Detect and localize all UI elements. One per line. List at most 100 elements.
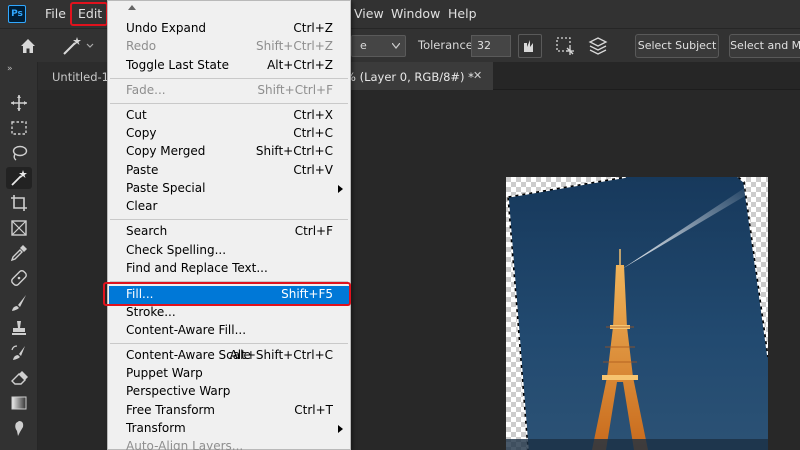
enhance-edge-button[interactable]	[586, 34, 610, 58]
tool-gradient[interactable]	[6, 392, 32, 414]
menu-item-find-replace[interactable]: Find and Replace Text...	[109, 260, 349, 278]
menu-item-paste[interactable]: Paste Ctrl+V	[109, 162, 349, 180]
menu-item-fade: Fade... Shift+Ctrl+F	[109, 82, 349, 100]
magic-wand-icon	[11, 170, 27, 186]
tool-eyedropper[interactable]	[6, 242, 32, 264]
menu-item-auto-align-layers: Auto-Align Layers...	[109, 438, 349, 450]
menu-item-redo: Redo Shift+Ctrl+Z	[109, 38, 349, 56]
menu-item-shortcut: Ctrl+C	[293, 126, 333, 140]
menu-item-stroke[interactable]: Stroke...	[109, 304, 349, 322]
menu-item-label: Fade...	[126, 83, 166, 97]
menu-item-perspective-warp[interactable]: Perspective Warp	[109, 383, 349, 401]
menu-item-search[interactable]: Search Ctrl+F	[109, 223, 349, 241]
tab-active-document[interactable]: % (Layer 0, RGB/8#) * ✕	[343, 62, 493, 90]
tool-history-brush[interactable]	[6, 342, 32, 364]
menu-item-label: Free Transform	[126, 403, 215, 417]
menu-item-check-spelling[interactable]: Check Spelling...	[109, 242, 349, 260]
crop-icon	[11, 195, 27, 211]
sample-size-select[interactable]: e	[351, 35, 406, 57]
menu-file[interactable]: File	[45, 6, 66, 21]
history-brush-icon	[11, 345, 25, 360]
menu-item-label: Paste	[126, 163, 159, 177]
menu-item-shortcut: Ctrl+V	[293, 163, 333, 177]
tool-stamp[interactable]	[6, 317, 32, 339]
menu-item-copy-merged[interactable]: Copy Merged Shift+Ctrl+C	[109, 143, 349, 161]
menu-item-shortcut: Ctrl+T	[294, 403, 333, 417]
tolerance-input[interactable]: 32	[471, 35, 511, 57]
menu-separator	[110, 219, 348, 220]
tool-eraser[interactable]	[6, 367, 32, 389]
sample-all-layers-button[interactable]	[553, 34, 577, 58]
smudge-icon	[15, 421, 24, 436]
frame-icon	[11, 220, 27, 236]
move-icon	[11, 95, 27, 111]
anti-alias-toggle[interactable]	[518, 34, 542, 58]
menu-item-label: Perspective Warp	[126, 384, 231, 398]
menu-item-transform[interactable]: Transform	[109, 420, 349, 438]
tool-frame[interactable]	[6, 217, 32, 239]
tool-preset-picker[interactable]	[60, 35, 98, 57]
submenu-arrow-icon	[338, 185, 343, 193]
menu-item-copy[interactable]: Copy Ctrl+C	[109, 125, 349, 143]
menu-window[interactable]: Window	[391, 6, 440, 21]
menu-item-label: Copy Merged	[126, 144, 206, 158]
menu-item-cut[interactable]: Cut Ctrl+X	[109, 107, 349, 125]
select-subject-button[interactable]: Select Subject	[635, 34, 719, 58]
tool-magic-wand[interactable]	[6, 167, 32, 189]
menu-item-label: Content-Aware Fill...	[126, 323, 247, 337]
eiffel-tower-image	[506, 177, 768, 450]
lasso-icon	[12, 145, 28, 161]
edit-menu-dropdown: Undo Expand Ctrl+Z Redo Shift+Ctrl+Z Tog…	[107, 0, 351, 450]
magic-wand-icon	[63, 37, 94, 55]
tool-healing[interactable]	[6, 267, 32, 289]
menu-item-shortcut: Ctrl+Z	[293, 21, 333, 35]
tool-marquee[interactable]	[6, 117, 32, 139]
menu-item-undo-expand[interactable]: Undo Expand Ctrl+Z	[109, 20, 349, 38]
tool-brush[interactable]	[6, 292, 32, 314]
close-icon[interactable]: ✕	[473, 69, 482, 82]
menu-item-content-aware-scale[interactable]: Content-Aware Scale Alt+Shift+Ctrl+C	[109, 347, 349, 365]
select-and-mask-button[interactable]: Select and Ma	[729, 34, 800, 58]
edit-menu-highlight-box	[70, 2, 108, 26]
menu-item-label: Auto-Align Layers...	[126, 439, 244, 450]
sample-size-value: e	[360, 39, 367, 52]
menu-item-label: Stroke...	[126, 305, 176, 319]
scroll-up-arrow-icon[interactable]	[128, 5, 136, 10]
menu-item-label: Search	[126, 224, 168, 238]
select-layers-icon	[556, 37, 574, 55]
submenu-arrow-icon	[338, 425, 343, 433]
brush-icon	[12, 295, 26, 311]
menu-item-toggle-last-state[interactable]: Toggle Last State Alt+Ctrl+Z	[109, 57, 349, 75]
menu-item-content-aware-fill[interactable]: Content-Aware Fill...	[109, 322, 349, 340]
collapse-panel-icon[interactable]: »	[7, 64, 13, 74]
tool-crop[interactable]	[6, 192, 32, 214]
menu-item-shortcut: Ctrl+X	[293, 108, 333, 122]
eyedropper-icon	[10, 245, 27, 262]
menu-item-clear[interactable]: Clear	[109, 198, 349, 216]
menu-help[interactable]: Help	[448, 6, 477, 21]
gradient-icon	[11, 396, 27, 410]
home-icon[interactable]	[20, 38, 36, 54]
menu-item-label: Toggle Last State	[126, 58, 229, 72]
menu-separator	[110, 78, 348, 79]
menu-item-paste-special[interactable]: Paste Special	[109, 180, 349, 198]
tool-smudge[interactable]	[6, 417, 32, 439]
menu-item-label: Copy	[126, 126, 157, 140]
image-content	[506, 177, 768, 450]
tolerance-label: Tolerance:	[418, 38, 477, 52]
menu-item-free-transform[interactable]: Free Transform Ctrl+T	[109, 402, 349, 420]
layers-stack-icon	[588, 37, 608, 55]
menu-item-shortcut: Alt+Shift+Ctrl+C	[229, 348, 333, 362]
eraser-icon	[11, 371, 28, 385]
tab-label: % (Layer 0, RGB/8#) *	[345, 70, 474, 84]
tool-lasso[interactable]	[6, 142, 32, 164]
tab-label: Untitled-1	[52, 70, 109, 84]
tab-untitled-1[interactable]: Untitled-1	[38, 62, 110, 90]
menu-item-label: Cut	[126, 108, 147, 122]
menu-item-label: Paste Special	[126, 181, 206, 195]
tool-move[interactable]	[6, 92, 32, 114]
menu-item-puppet-warp[interactable]: Puppet Warp	[109, 365, 349, 383]
menu-separator	[110, 343, 348, 344]
menu-view[interactable]: View	[354, 6, 384, 21]
menu-item-label: Undo Expand	[126, 21, 207, 35]
